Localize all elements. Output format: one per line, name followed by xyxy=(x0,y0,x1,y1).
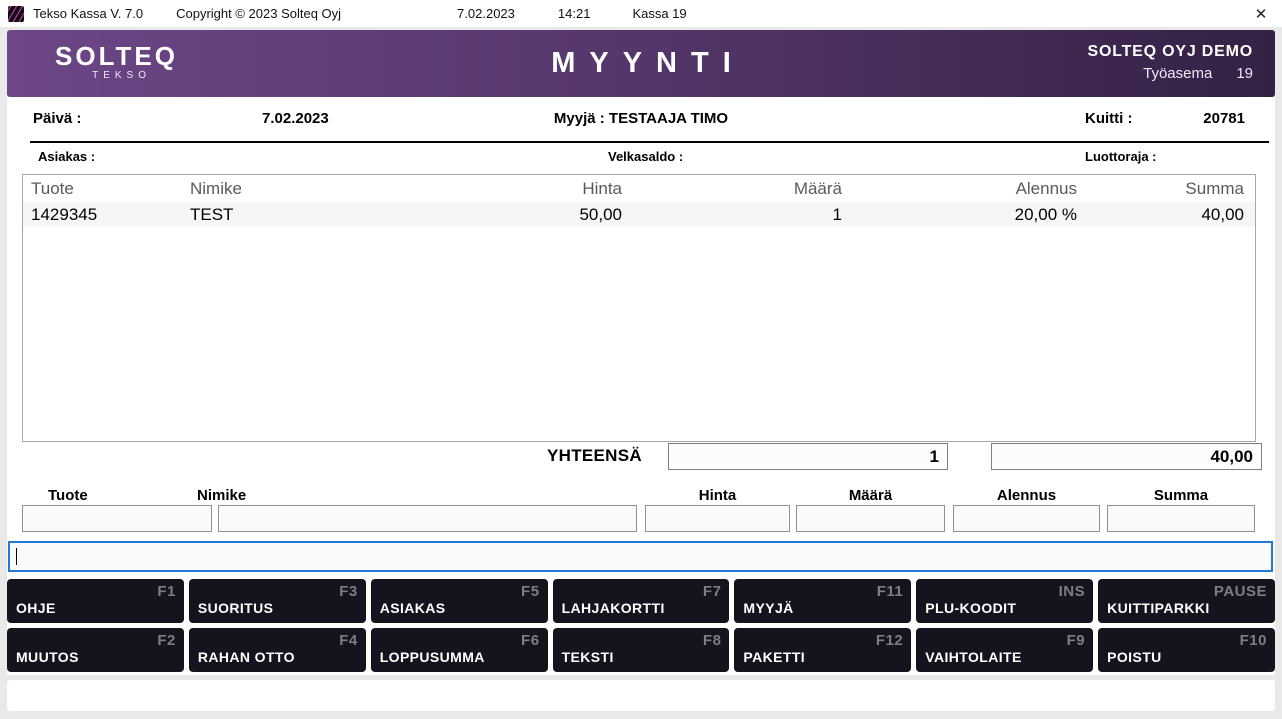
discount-input[interactable] xyxy=(953,505,1100,532)
col-header-tuote: Tuote xyxy=(23,179,186,199)
fkey-badge: F5 xyxy=(521,583,540,600)
table-row[interactable]: 1429345 TEST 50,00 1 20,00 % 40,00 xyxy=(23,202,1255,227)
fkey-badge: F11 xyxy=(877,583,904,600)
command-input[interactable] xyxy=(8,541,1273,572)
text-caret xyxy=(16,548,17,565)
receipt-label: Kuitti : xyxy=(1085,110,1132,127)
fkey-badge: F7 xyxy=(703,583,722,600)
button-ohje[interactable]: F1 OHJE xyxy=(7,579,184,623)
col-header-hinta: Hinta xyxy=(474,179,624,199)
cell-sum: 40,00 xyxy=(1079,205,1255,225)
button-loppusumma[interactable]: F6 LOPPUSUMMA xyxy=(371,628,548,672)
page-title: MYYNTI xyxy=(7,47,1275,80)
fkey-badge: F9 xyxy=(1067,632,1086,649)
cell-discount: 20,00 % xyxy=(844,205,1079,225)
button-vaihtolaite[interactable]: F9 VAIHTOLAITE xyxy=(916,628,1093,672)
button-rahan-otto[interactable]: F4 RAHAN OTTO xyxy=(189,628,366,672)
col-header-maara: Määrä xyxy=(624,179,844,199)
workstation-info: Työasema 19 xyxy=(1088,65,1254,82)
entry-label-nimike: Nimike xyxy=(197,487,246,504)
titlebar: Tekso Kassa V. 7.0 Copyright © 2023 Solt… xyxy=(0,0,1282,27)
titlebar-register: Kassa 19 xyxy=(632,6,686,21)
date-label: Päivä : xyxy=(33,110,81,127)
date-value: 7.02.2023 xyxy=(262,110,329,127)
total-label: YHTEENSÄ xyxy=(547,446,665,466)
button-asiakas[interactable]: F5 ASIAKAS xyxy=(371,579,548,623)
cell-quantity: 1 xyxy=(624,205,844,225)
entry-label-alennus: Alennus xyxy=(953,487,1100,504)
cell-product-code: 1429345 xyxy=(23,205,186,225)
table-header-row: Tuote Nimike Hinta Määrä Alennus Summa xyxy=(23,175,1255,202)
button-lahjakortti[interactable]: F7 LAHJAKORTTI xyxy=(553,579,730,623)
fkey-badge: INS xyxy=(1059,583,1086,600)
entry-label-tuote: Tuote xyxy=(48,487,88,504)
col-header-summa: Summa xyxy=(1079,179,1255,199)
cell-product-name: TEST xyxy=(186,205,474,225)
button-muutos[interactable]: F2 MUUTOS xyxy=(7,628,184,672)
copyright-text: Copyright © 2023 Solteq Oyj xyxy=(176,6,341,21)
divider-line xyxy=(30,141,1269,143)
customer-label: Asiakas : xyxy=(38,149,95,164)
sum-input[interactable] xyxy=(1107,505,1255,532)
company-name: SOLTEQ OYJ DEMO xyxy=(1088,43,1254,61)
seller-value: TESTAAJA TIMO xyxy=(609,110,728,127)
fkey-badge: F12 xyxy=(876,632,903,649)
credit-limit-label: Luottoraja : xyxy=(1085,149,1157,164)
close-icon[interactable]: ✕ xyxy=(1250,3,1272,25)
button-myyja[interactable]: F11 MYYJÄ xyxy=(734,579,911,623)
entry-label-maara: Määrä xyxy=(796,487,945,504)
col-header-alennus: Alennus xyxy=(844,179,1079,199)
fkey-badge: F6 xyxy=(521,632,540,649)
price-input[interactable] xyxy=(645,505,790,532)
fkey-badge: F3 xyxy=(339,583,358,600)
button-teksti[interactable]: F8 TEKSTI xyxy=(553,628,730,672)
col-header-nimike: Nimike xyxy=(186,179,474,199)
entry-label-hinta: Hinta xyxy=(645,487,790,504)
workstation-number: 19 xyxy=(1236,65,1253,82)
header-right-block: SOLTEQ OYJ DEMO Työasema 19 xyxy=(1088,43,1254,82)
status-strip xyxy=(7,680,1275,711)
button-kuittiparkki[interactable]: PAUSE KUITTIPARKKI xyxy=(1098,579,1275,623)
entry-label-summa: Summa xyxy=(1107,487,1255,504)
fkey-badge: F8 xyxy=(703,632,722,649)
cell-price: 50,00 xyxy=(474,205,624,225)
total-sum-box: 40,00 xyxy=(991,443,1262,470)
titlebar-date: 7.02.2023 xyxy=(457,6,515,21)
function-button-grid: F1 OHJE F3 SUORITUS F5 ASIAKAS F7 LAHJAK… xyxy=(7,579,1275,672)
button-plu-koodit[interactable]: INS PLU-KOODIT xyxy=(916,579,1093,623)
button-paketti[interactable]: F12 PAKETTI xyxy=(734,628,911,672)
customer-info-row: Asiakas : Velkasaldo : Luottoraja : xyxy=(7,149,1275,167)
button-poistu[interactable]: F10 POISTU xyxy=(1098,628,1275,672)
workstation-label: Työasema xyxy=(1143,65,1212,82)
window-title: Tekso Kassa V. 7.0 xyxy=(33,6,143,21)
titlebar-time: 14:21 xyxy=(558,6,591,21)
fkey-badge: F1 xyxy=(157,583,176,600)
seller-info: Myyjä : TESTAAJA TIMO xyxy=(554,110,728,127)
product-name-input[interactable] xyxy=(218,505,637,532)
fkey-badge: PAUSE xyxy=(1214,583,1267,600)
total-quantity-box: 1 xyxy=(668,443,948,470)
app-logo-icon xyxy=(8,6,24,22)
product-code-input[interactable] xyxy=(22,505,212,532)
fkey-badge: F2 xyxy=(157,632,176,649)
receipt-number: 20781 xyxy=(1203,110,1245,127)
seller-label: Myyjä : xyxy=(554,110,605,127)
sales-lines-table: Tuote Nimike Hinta Määrä Alennus Summa 1… xyxy=(22,174,1256,442)
fkey-badge: F4 xyxy=(339,632,358,649)
fkey-badge: F10 xyxy=(1240,632,1267,649)
app-header: SOLTEQ TEKSO MYYNTI SOLTEQ OYJ DEMO Työa… xyxy=(7,30,1275,97)
button-suoritus[interactable]: F3 SUORITUS xyxy=(189,579,366,623)
receipt-info-row: Päivä : 7.02.2023 Myyjä : TESTAAJA TIMO … xyxy=(7,110,1275,132)
debt-balance-label: Velkasaldo : xyxy=(608,149,683,164)
quantity-input[interactable] xyxy=(796,505,945,532)
